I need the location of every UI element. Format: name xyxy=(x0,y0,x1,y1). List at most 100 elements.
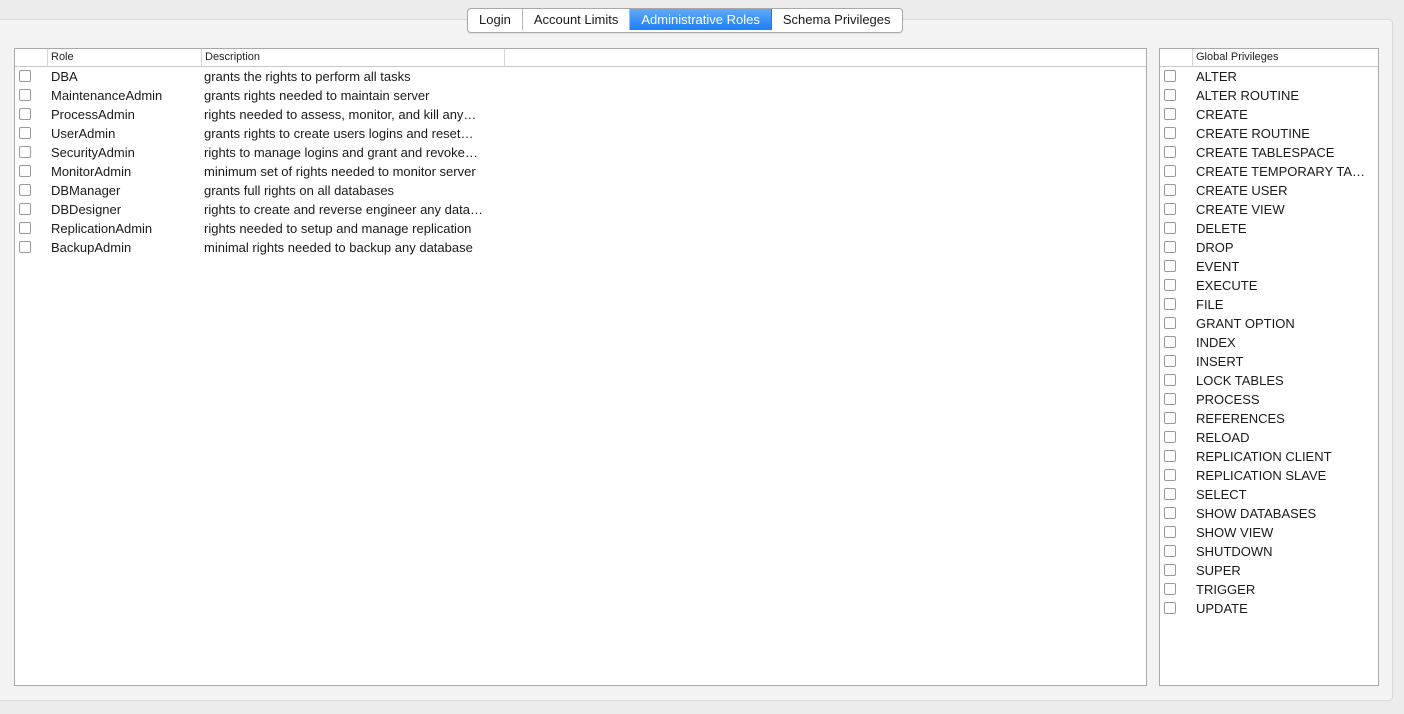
privilege-name: REPLICATION SLAVE xyxy=(1196,468,1327,483)
list-item[interactable]: INDEX xyxy=(1160,333,1378,352)
table-row[interactable]: ProcessAdmin rights needed to assess, mon… xyxy=(15,105,1146,124)
privilege-checkbox[interactable] xyxy=(1164,488,1176,500)
role-checkbox[interactable] xyxy=(19,146,31,158)
privilege-checkbox[interactable] xyxy=(1164,507,1176,519)
list-item[interactable]: DROP xyxy=(1160,238,1378,257)
checkbox-column-header[interactable] xyxy=(1160,49,1192,66)
privilege-checkbox[interactable] xyxy=(1164,298,1176,310)
tab-account-limits[interactable]: Account Limits xyxy=(523,9,631,30)
table-row[interactable]: DBA grants the rights to perform all task… xyxy=(15,67,1146,86)
list-item[interactable]: CREATE ROUTINE xyxy=(1160,124,1378,143)
role-checkbox[interactable] xyxy=(19,127,31,139)
table-row[interactable]: ReplicationAdmin rights needed to setup a… xyxy=(15,219,1146,238)
privilege-name: CREATE ROUTINE xyxy=(1196,126,1310,141)
table-row[interactable]: SecurityAdmin rights to manage logins and… xyxy=(15,143,1146,162)
privilege-checkbox[interactable] xyxy=(1164,469,1176,481)
list-item[interactable]: CREATE xyxy=(1160,105,1378,124)
list-item[interactable]: DELETE xyxy=(1160,219,1378,238)
privilege-checkbox[interactable] xyxy=(1164,165,1176,177)
global-privileges-column-header[interactable]: Global Privileges xyxy=(1192,49,1378,66)
checkbox-column-header[interactable] xyxy=(15,49,47,66)
list-item[interactable]: CREATE TEMPORARY TA… xyxy=(1160,162,1378,181)
description-column-header[interactable]: Description xyxy=(201,49,504,66)
role-checkbox[interactable] xyxy=(19,70,31,82)
table-row[interactable]: DBManager grants full rights on all datab… xyxy=(15,181,1146,200)
table-row[interactable]: MonitorAdmin minimum set of rights needed… xyxy=(15,162,1146,181)
list-item[interactable]: REPLICATION SLAVE xyxy=(1160,466,1378,485)
privilege-checkbox[interactable] xyxy=(1164,317,1176,329)
privilege-name: SUPER xyxy=(1196,563,1241,578)
list-item[interactable]: CREATE USER xyxy=(1160,181,1378,200)
privilege-checkbox[interactable] xyxy=(1164,355,1176,367)
privilege-checkbox[interactable] xyxy=(1164,336,1176,348)
list-item[interactable]: INSERT xyxy=(1160,352,1378,371)
privilege-checkbox[interactable] xyxy=(1164,602,1176,614)
privilege-name: SHUTDOWN xyxy=(1196,544,1273,559)
privilege-checkbox[interactable] xyxy=(1164,279,1176,291)
role-checkbox[interactable] xyxy=(19,165,31,177)
privilege-name: LOCK TABLES xyxy=(1196,373,1284,388)
privilege-checkbox[interactable] xyxy=(1164,526,1176,538)
list-item[interactable]: REFERENCES xyxy=(1160,409,1378,428)
tab-schema-privileges[interactable]: Schema Privileges xyxy=(772,9,902,30)
global-privileges-table: Global Privileges ALTER ALTER ROUTINE CREA… xyxy=(1159,48,1379,686)
list-item[interactable]: REPLICATION CLIENT xyxy=(1160,447,1378,466)
tab-login[interactable]: Login xyxy=(468,9,523,30)
list-item[interactable]: ALTER ROUTINE xyxy=(1160,86,1378,105)
privilege-checkbox[interactable] xyxy=(1164,564,1176,576)
list-item[interactable]: RELOAD xyxy=(1160,428,1378,447)
privilege-checkbox[interactable] xyxy=(1164,583,1176,595)
privilege-checkbox[interactable] xyxy=(1164,89,1176,101)
privilege-checkbox[interactable] xyxy=(1164,203,1176,215)
privilege-checkbox[interactable] xyxy=(1164,260,1176,272)
role-name: UserAdmin xyxy=(51,126,116,141)
privilege-checkbox[interactable] xyxy=(1164,108,1176,120)
list-item[interactable]: EXECUTE xyxy=(1160,276,1378,295)
privilege-checkbox[interactable] xyxy=(1164,545,1176,557)
role-name: BackupAdmin xyxy=(51,240,132,255)
table-row[interactable]: MaintenanceAdmin grants rights needed to … xyxy=(15,86,1146,105)
list-item[interactable]: PROCESS xyxy=(1160,390,1378,409)
privilege-checkbox[interactable] xyxy=(1164,184,1176,196)
table-row[interactable]: UserAdmin grants rights to create users l… xyxy=(15,124,1146,143)
role-name: DBA xyxy=(51,69,78,84)
privilege-name: SHOW DATABASES xyxy=(1196,506,1317,521)
privilege-checkbox[interactable] xyxy=(1164,146,1176,158)
tab-administrative-roles[interactable]: Administrative Roles xyxy=(630,9,772,30)
role-checkbox[interactable] xyxy=(19,108,31,120)
privilege-checkbox[interactable] xyxy=(1164,412,1176,424)
list-item[interactable]: SHUTDOWN xyxy=(1160,542,1378,561)
privilege-checkbox[interactable] xyxy=(1164,70,1176,82)
privilege-checkbox[interactable] xyxy=(1164,241,1176,253)
role-checkbox[interactable] xyxy=(19,241,31,253)
table-row[interactable]: BackupAdmin minimal rights needed to back… xyxy=(15,238,1146,257)
privilege-checkbox[interactable] xyxy=(1164,431,1176,443)
privilege-name: CREATE VIEW xyxy=(1196,202,1285,217)
privilege-checkbox[interactable] xyxy=(1164,127,1176,139)
table-row[interactable]: DBDesigner rights to create and reverse e… xyxy=(15,200,1146,219)
list-item[interactable]: GRANT OPTION xyxy=(1160,314,1378,333)
list-item[interactable]: SUPER xyxy=(1160,561,1378,580)
list-item[interactable]: ALTER xyxy=(1160,67,1378,86)
role-column-header[interactable]: Role xyxy=(47,49,201,66)
list-item[interactable]: SHOW VIEW xyxy=(1160,523,1378,542)
privilege-name: RELOAD xyxy=(1196,430,1250,445)
privilege-checkbox[interactable] xyxy=(1164,450,1176,462)
list-item[interactable]: SHOW DATABASES xyxy=(1160,504,1378,523)
role-checkbox[interactable] xyxy=(19,203,31,215)
role-checkbox[interactable] xyxy=(19,184,31,196)
role-checkbox[interactable] xyxy=(19,222,31,234)
role-description: minimum set of rights needed to monitor … xyxy=(204,164,476,179)
role-checkbox[interactable] xyxy=(19,89,31,101)
list-item[interactable]: SELECT xyxy=(1160,485,1378,504)
list-item[interactable]: CREATE TABLESPACE xyxy=(1160,143,1378,162)
privilege-checkbox[interactable] xyxy=(1164,393,1176,405)
privilege-checkbox[interactable] xyxy=(1164,222,1176,234)
privilege-checkbox[interactable] xyxy=(1164,374,1176,386)
list-item[interactable]: LOCK TABLES xyxy=(1160,371,1378,390)
list-item[interactable]: FILE xyxy=(1160,295,1378,314)
list-item[interactable]: UPDATE xyxy=(1160,599,1378,618)
list-item[interactable]: EVENT xyxy=(1160,257,1378,276)
list-item[interactable]: TRIGGER xyxy=(1160,580,1378,599)
list-item[interactable]: CREATE VIEW xyxy=(1160,200,1378,219)
